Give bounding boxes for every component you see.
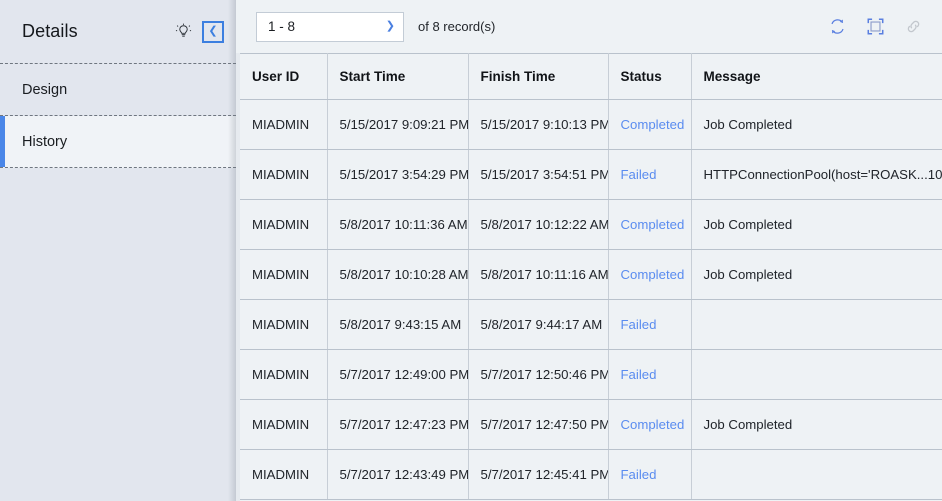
status-badge[interactable]: Completed	[621, 217, 685, 232]
column-header-finish-time[interactable]: Finish Time	[468, 53, 609, 100]
table-row[interactable]: MIADMIN 5/8/2017 10:10:28 AM 5/8/2017 10:1…	[240, 249, 942, 300]
cell-status[interactable]: Failed	[608, 299, 692, 350]
record-range-select[interactable]: 1 - 8 ❯	[256, 11, 404, 42]
cell-start-time: 5/15/2017 3:54:29 PM	[327, 149, 469, 200]
cell-start-time: 5/7/2017 12:49:00 PM	[327, 349, 469, 400]
cell-finish-time: 5/7/2017 12:47:50 PM	[468, 399, 609, 450]
details-sidebar: Details ❮ Design History	[0, 0, 236, 501]
cell-finish-time: 5/7/2017 12:50:46 PM	[468, 349, 609, 400]
cell-user-id: MIADMIN	[240, 399, 328, 450]
cell-status[interactable]: Completed	[608, 399, 692, 450]
cell-message: Job Completed	[691, 399, 942, 450]
cell-start-time: 5/7/2017 12:43:49 PM	[327, 449, 469, 500]
cell-status[interactable]: Failed	[608, 349, 692, 400]
cell-user-id: MIADMIN	[240, 149, 328, 200]
record-range-value: 1 - 8	[268, 19, 296, 34]
column-header-status[interactable]: Status	[608, 53, 692, 100]
sidebar-item-label: History	[22, 133, 68, 150]
chevron-down-icon: ❯	[385, 20, 395, 32]
table-row[interactable]: MIADMIN 5/8/2017 9:43:15 AM 5/8/2017 9:44:…	[240, 299, 942, 350]
status-badge[interactable]: Failed	[621, 167, 657, 182]
cell-message: Job Completed	[691, 199, 942, 250]
column-header-user-id[interactable]: User ID	[240, 53, 328, 100]
sidebar-empty-area	[0, 169, 236, 501]
cell-user-id: MIADMIN	[240, 449, 328, 500]
lightbulb-icon[interactable]	[170, 19, 196, 45]
cell-finish-time: 5/7/2017 12:45:41 PM	[468, 449, 609, 500]
cell-finish-time: 5/8/2017 10:12:22 AM	[468, 199, 609, 250]
cell-user-id: MIADMIN	[240, 249, 328, 300]
table-body: MIADMIN 5/15/2017 9:09:21 PM 5/15/2017 9:1…	[240, 99, 942, 500]
sidebar-item-design[interactable]: Design	[0, 64, 236, 116]
status-badge[interactable]: Failed	[621, 467, 657, 482]
cell-start-time: 5/7/2017 12:47:23 PM	[327, 399, 469, 450]
chevron-left-icon: ❮	[208, 25, 218, 37]
history-content: 1 - 8 ❯ of 8 record(s) User ID Start Tim…	[236, 0, 942, 501]
sidebar-header: Details ❮	[0, 0, 236, 64]
cell-message: Job Completed	[691, 249, 942, 300]
cell-message	[691, 349, 942, 400]
history-table: User ID Start Time Finish Time Status Me…	[240, 53, 942, 500]
column-header-start-time[interactable]: Start Time	[327, 53, 469, 100]
sidebar-item-label: Design	[22, 81, 68, 98]
refresh-icon[interactable]	[822, 12, 852, 42]
table-header-row: User ID Start Time Finish Time Status Me…	[240, 53, 942, 100]
page-title: Details	[22, 21, 78, 41]
cell-finish-time: 5/15/2017 9:10:13 PM	[468, 99, 609, 150]
cell-finish-time: 5/8/2017 9:44:17 AM	[468, 299, 609, 350]
table-row[interactable]: MIADMIN 5/7/2017 12:47:23 PM 5/7/2017 12:4…	[240, 399, 942, 450]
cell-user-id: MIADMIN	[240, 349, 328, 400]
status-badge[interactable]: Failed	[621, 367, 657, 382]
cell-status[interactable]: Completed	[608, 199, 692, 250]
cell-message: HTTPConnectionPool(host='ROASK...104] Co	[691, 149, 942, 200]
table-row[interactable]: MIADMIN 5/8/2017 10:11:36 AM 5/8/2017 10:1…	[240, 199, 942, 250]
table-row[interactable]: MIADMIN 5/7/2017 12:49:00 PM 5/7/2017 12:5…	[240, 349, 942, 400]
grid-toolbar: 1 - 8 ❯ of 8 record(s)	[236, 0, 942, 53]
cell-message	[691, 449, 942, 500]
history-page: Details ❮ Design History 1 - 8 ❯ of 8 re…	[0, 0, 942, 501]
cell-finish-time: 5/15/2017 3:54:51 PM	[468, 149, 609, 200]
cell-message: Job Completed	[691, 99, 942, 150]
status-badge[interactable]: Completed	[621, 267, 685, 282]
cell-status[interactable]: Completed	[608, 249, 692, 300]
cell-user-id: MIADMIN	[240, 299, 328, 350]
column-header-message[interactable]: Message	[691, 53, 942, 100]
expand-icon[interactable]	[860, 12, 890, 42]
record-count-label: of 8 record(s)	[418, 19, 496, 34]
cell-start-time: 5/8/2017 10:10:28 AM	[327, 249, 469, 300]
table-row[interactable]: MIADMIN 5/15/2017 3:54:29 PM 5/15/2017 3:5…	[240, 149, 942, 200]
status-badge[interactable]: Failed	[621, 317, 657, 332]
cell-status[interactable]: Failed	[608, 449, 692, 500]
cell-finish-time: 5/8/2017 10:11:16 AM	[468, 249, 609, 300]
cell-start-time: 5/8/2017 9:43:15 AM	[327, 299, 469, 350]
status-badge[interactable]: Completed	[621, 117, 685, 132]
sidebar-item-history[interactable]: History	[0, 116, 236, 168]
cell-start-time: 5/8/2017 10:11:36 AM	[327, 199, 469, 250]
cell-user-id: MIADMIN	[240, 99, 328, 150]
history-table-container: User ID Start Time Finish Time Status Me…	[240, 53, 942, 501]
cell-message	[691, 299, 942, 350]
cell-user-id: MIADMIN	[240, 199, 328, 250]
link-icon	[898, 12, 928, 42]
collapse-panel-button[interactable]: ❮	[202, 20, 224, 43]
cell-status[interactable]: Failed	[608, 149, 692, 200]
table-row[interactable]: MIADMIN 5/15/2017 9:09:21 PM 5/15/2017 9:1…	[240, 99, 942, 150]
status-badge[interactable]: Completed	[621, 417, 685, 432]
cell-start-time: 5/15/2017 9:09:21 PM	[327, 99, 469, 150]
cell-status[interactable]: Completed	[608, 99, 692, 150]
table-row[interactable]: MIADMIN 5/7/2017 12:43:49 PM 5/7/2017 12:4…	[240, 449, 942, 500]
